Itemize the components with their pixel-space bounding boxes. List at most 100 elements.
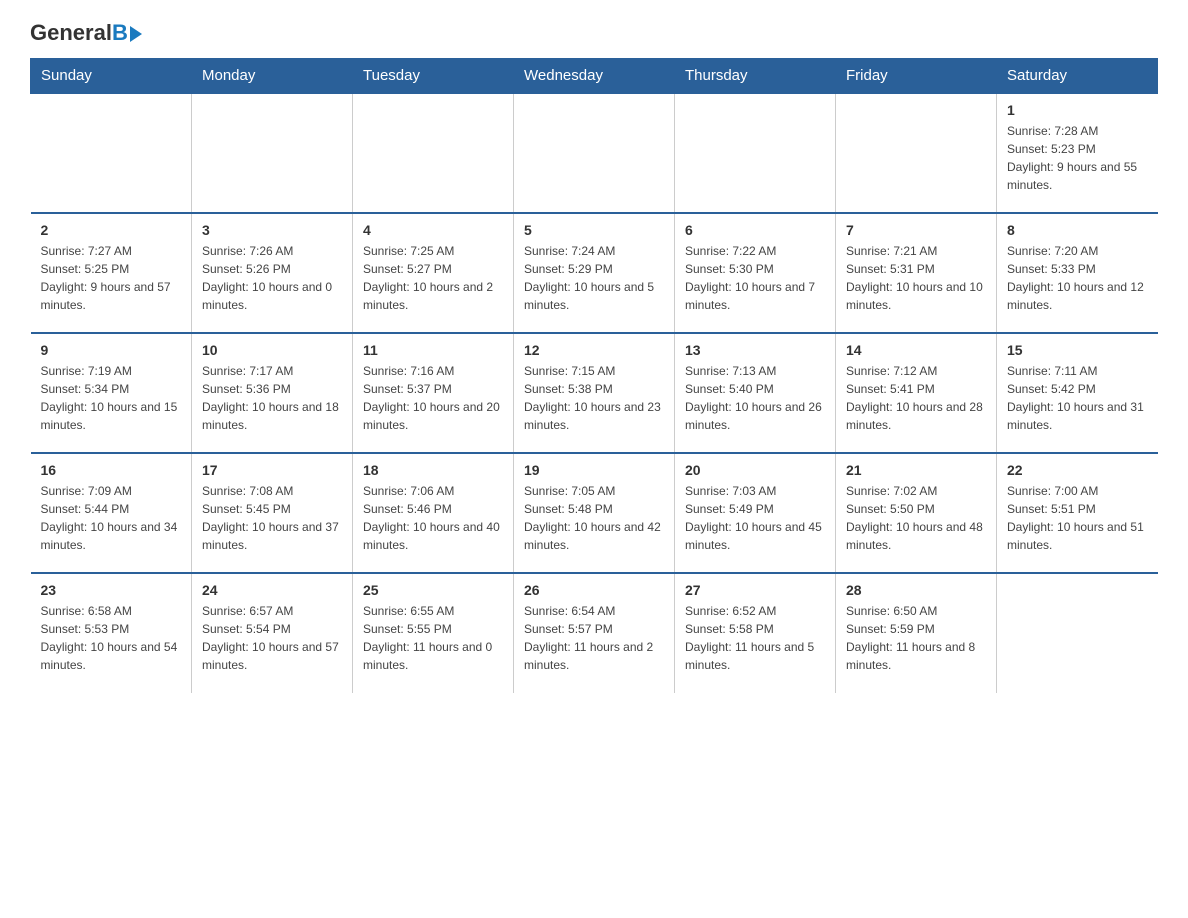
day-number: 13 xyxy=(685,342,825,358)
day-info: Sunrise: 7:03 AMSunset: 5:49 PMDaylight:… xyxy=(685,482,825,554)
day-number: 19 xyxy=(524,462,664,478)
calendar-cell: 27Sunrise: 6:52 AMSunset: 5:58 PMDayligh… xyxy=(675,573,836,693)
day-info: Sunrise: 7:22 AMSunset: 5:30 PMDaylight:… xyxy=(685,242,825,314)
day-number: 10 xyxy=(202,342,342,358)
calendar-week-row: 23 Sunrise: 6:58 AMSunset: 5:53 PMDayligh… xyxy=(31,573,1158,693)
calendar-cell: 14 Sunrise: 7:12 AMSunset: 5:41 PMDayligh… xyxy=(836,333,997,453)
day-info: Sunrise: 7:05 AMSunset: 5:48 PMDaylight:… xyxy=(524,482,664,554)
day-number: 25 xyxy=(363,582,503,598)
day-info: Sunrise: 7:19 AMSunset: 5:34 PMDaylight:… xyxy=(41,362,182,434)
day-info: Sunrise: 7:26 AMSunset: 5:26 PMDaylight:… xyxy=(202,242,342,314)
day-number: 5 xyxy=(524,222,664,238)
calendar-week-row: 16 Sunrise: 7:09 AMSunset: 5:44 PMDayligh… xyxy=(31,453,1158,573)
calendar-cell: 3Sunrise: 7:26 AMSunset: 5:26 PMDaylight… xyxy=(192,213,353,333)
calendar-cell: 8Sunrise: 7:20 AMSunset: 5:33 PMDaylight… xyxy=(997,213,1158,333)
calendar-cell xyxy=(353,93,514,213)
day-of-week-header: Tuesday xyxy=(353,59,514,94)
day-number: 11 xyxy=(363,342,503,358)
day-info: Sunrise: 7:17 AMSunset: 5:36 PMDaylight:… xyxy=(202,362,342,434)
calendar-cell xyxy=(836,93,997,213)
day-of-week-header: Saturday xyxy=(997,59,1158,94)
day-number: 16 xyxy=(41,462,182,478)
calendar-week-row: 2Sunrise: 7:27 AMSunset: 5:25 PMDaylight… xyxy=(31,213,1158,333)
logo-blue-text: B xyxy=(112,20,128,46)
day-number: 4 xyxy=(363,222,503,238)
day-of-week-header: Monday xyxy=(192,59,353,94)
calendar-week-row: 1 Sunrise: 7:28 AMSunset: 5:23 PMDaylight… xyxy=(31,93,1158,213)
calendar-cell xyxy=(514,93,675,213)
calendar-cell: 13 Sunrise: 7:13 AMSunset: 5:40 PMDayligh… xyxy=(675,333,836,453)
calendar-cell: 26Sunrise: 6:54 AMSunset: 5:57 PMDayligh… xyxy=(514,573,675,693)
calendar-cell: 12 Sunrise: 7:15 AMSunset: 5:38 PMDayligh… xyxy=(514,333,675,453)
day-info: Sunrise: 6:57 AMSunset: 5:54 PMDaylight:… xyxy=(202,602,342,674)
day-info: Sunrise: 7:28 AMSunset: 5:23 PMDaylight:… xyxy=(1007,122,1148,194)
day-info: Sunrise: 7:00 AMSunset: 5:51 PMDaylight:… xyxy=(1007,482,1148,554)
day-info: Sunrise: 7:16 AMSunset: 5:37 PMDaylight:… xyxy=(363,362,503,434)
day-info: Sunrise: 7:13 AMSunset: 5:40 PMDaylight:… xyxy=(685,362,825,434)
day-info: Sunrise: 7:08 AMSunset: 5:45 PMDaylight:… xyxy=(202,482,342,554)
day-info: Sunrise: 7:24 AMSunset: 5:29 PMDaylight:… xyxy=(524,242,664,314)
calendar-cell: 4 Sunrise: 7:25 AMSunset: 5:27 PMDaylight… xyxy=(353,213,514,333)
day-number: 28 xyxy=(846,582,986,598)
day-of-week-header: Thursday xyxy=(675,59,836,94)
calendar-cell: 21 Sunrise: 7:02 AMSunset: 5:50 PMDayligh… xyxy=(836,453,997,573)
day-info: Sunrise: 7:11 AMSunset: 5:42 PMDaylight:… xyxy=(1007,362,1148,434)
day-number: 7 xyxy=(846,222,986,238)
calendar-table: SundayMondayTuesdayWednesdayThursdayFrid… xyxy=(30,58,1158,693)
calendar-cell: 9Sunrise: 7:19 AMSunset: 5:34 PMDaylight… xyxy=(31,333,192,453)
day-info: Sunrise: 6:55 AMSunset: 5:55 PMDaylight:… xyxy=(363,602,503,674)
calendar-cell xyxy=(31,93,192,213)
calendar-cell: 5 Sunrise: 7:24 AMSunset: 5:29 PMDaylight… xyxy=(514,213,675,333)
page-header: General B xyxy=(30,20,1158,42)
day-info: Sunrise: 7:02 AMSunset: 5:50 PMDaylight:… xyxy=(846,482,986,554)
day-info: Sunrise: 6:54 AMSunset: 5:57 PMDaylight:… xyxy=(524,602,664,674)
day-number: 14 xyxy=(846,342,986,358)
calendar-cell: 24 Sunrise: 6:57 AMSunset: 5:54 PMDayligh… xyxy=(192,573,353,693)
logo-general: General xyxy=(30,20,112,46)
logo-arrow-icon xyxy=(130,26,142,42)
day-number: 20 xyxy=(685,462,825,478)
day-of-week-header: Friday xyxy=(836,59,997,94)
day-number: 17 xyxy=(202,462,342,478)
day-info: Sunrise: 7:25 AMSunset: 5:27 PMDaylight:… xyxy=(363,242,503,314)
day-of-week-header: Sunday xyxy=(31,59,192,94)
calendar-week-row: 9Sunrise: 7:19 AMSunset: 5:34 PMDaylight… xyxy=(31,333,1158,453)
day-number: 18 xyxy=(363,462,503,478)
day-info: Sunrise: 6:58 AMSunset: 5:53 PMDaylight:… xyxy=(41,602,182,674)
calendar-cell: 15 Sunrise: 7:11 AMSunset: 5:42 PMDayligh… xyxy=(997,333,1158,453)
day-number: 15 xyxy=(1007,342,1148,358)
day-number: 1 xyxy=(1007,102,1148,118)
calendar-cell: 7 Sunrise: 7:21 AMSunset: 5:31 PMDaylight… xyxy=(836,213,997,333)
calendar-cell: 20 Sunrise: 7:03 AMSunset: 5:49 PMDayligh… xyxy=(675,453,836,573)
logo: General B xyxy=(30,20,142,42)
day-info: Sunrise: 7:12 AMSunset: 5:41 PMDaylight:… xyxy=(846,362,986,434)
calendar-cell: 11 Sunrise: 7:16 AMSunset: 5:37 PMDayligh… xyxy=(353,333,514,453)
calendar-cell: 6 Sunrise: 7:22 AMSunset: 5:30 PMDaylight… xyxy=(675,213,836,333)
day-number: 22 xyxy=(1007,462,1148,478)
day-info: Sunrise: 7:21 AMSunset: 5:31 PMDaylight:… xyxy=(846,242,986,314)
day-info: Sunrise: 7:15 AMSunset: 5:38 PMDaylight:… xyxy=(524,362,664,434)
day-info: Sunrise: 7:20 AMSunset: 5:33 PMDaylight:… xyxy=(1007,242,1148,314)
calendar-cell xyxy=(675,93,836,213)
day-number: 24 xyxy=(202,582,342,598)
calendar-cell: 28 Sunrise: 6:50 AMSunset: 5:59 PMDayligh… xyxy=(836,573,997,693)
day-number: 6 xyxy=(685,222,825,238)
day-info: Sunrise: 6:50 AMSunset: 5:59 PMDaylight:… xyxy=(846,602,986,674)
day-info: Sunrise: 7:09 AMSunset: 5:44 PMDaylight:… xyxy=(41,482,182,554)
day-info: Sunrise: 6:52 AMSunset: 5:58 PMDaylight:… xyxy=(685,602,825,674)
calendar-cell: 23 Sunrise: 6:58 AMSunset: 5:53 PMDayligh… xyxy=(31,573,192,693)
days-header-row: SundayMondayTuesdayWednesdayThursdayFrid… xyxy=(31,59,1158,94)
day-number: 12 xyxy=(524,342,664,358)
calendar-cell xyxy=(997,573,1158,693)
calendar-cell: 10 Sunrise: 7:17 AMSunset: 5:36 PMDayligh… xyxy=(192,333,353,453)
day-of-week-header: Wednesday xyxy=(514,59,675,94)
calendar-cell: 19 Sunrise: 7:05 AMSunset: 5:48 PMDayligh… xyxy=(514,453,675,573)
calendar-cell: 16 Sunrise: 7:09 AMSunset: 5:44 PMDayligh… xyxy=(31,453,192,573)
calendar-cell: 18Sunrise: 7:06 AMSunset: 5:46 PMDayligh… xyxy=(353,453,514,573)
calendar-cell: 22 Sunrise: 7:00 AMSunset: 5:51 PMDayligh… xyxy=(997,453,1158,573)
calendar-cell: 17 Sunrise: 7:08 AMSunset: 5:45 PMDayligh… xyxy=(192,453,353,573)
day-number: 23 xyxy=(41,582,182,598)
calendar-cell: 2Sunrise: 7:27 AMSunset: 5:25 PMDaylight… xyxy=(31,213,192,333)
calendar-cell xyxy=(192,93,353,213)
day-number: 21 xyxy=(846,462,986,478)
